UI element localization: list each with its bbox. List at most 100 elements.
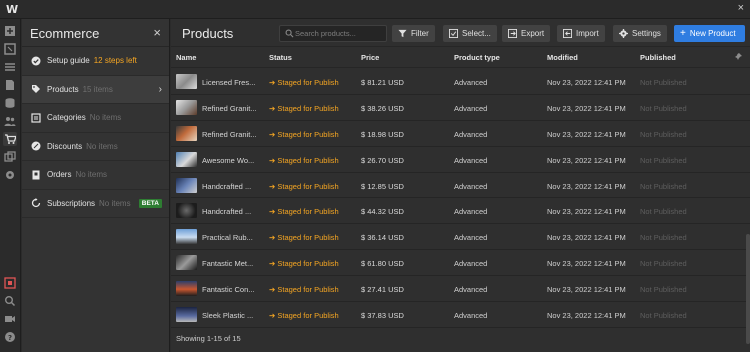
svg-text:?: ? <box>8 334 12 342</box>
price-cell: $ 27.41 USD <box>361 285 404 295</box>
table-row[interactable]: Refined Granit... ➔ Staged for Publish $… <box>171 121 750 147</box>
price-cell: $ 12.85 USD <box>361 181 404 191</box>
modified-cell: Nov 23, 2022 12:41 PM <box>547 103 626 113</box>
discount-icon <box>31 141 41 151</box>
product-thumbnail <box>176 125 197 141</box>
product-name: Sleek Plastic ... <box>202 311 254 321</box>
status-cell: ➔ Staged for Publish <box>269 155 339 165</box>
users-icon[interactable] <box>3 114 17 128</box>
import-icon <box>563 29 572 38</box>
webflow-app: W × ? Ecommerce × Setup guide 12 steps l… <box>0 0 750 352</box>
products-table: Licensed Fres... ➔ Staged for Publish $ … <box>171 69 750 328</box>
sidebar-item-products[interactable]: Products 15 items › <box>22 75 169 104</box>
status-text: Staged for Publish <box>277 311 339 321</box>
sidebar-item-count: No items <box>99 198 131 208</box>
plus-icon: + <box>680 28 686 39</box>
column-header-published[interactable]: Published <box>640 53 676 62</box>
price-cell: $ 81.21 USD <box>361 78 404 87</box>
table-row[interactable]: Awesome Wo... ➔ Staged for Publish $ 26.… <box>171 147 750 173</box>
table-row[interactable]: Fantastic Con... ➔ Staged for Publish $ … <box>171 276 750 303</box>
sidebar-item-subscriptions[interactable]: Subscriptions No items BETA <box>22 190 169 218</box>
settings-icon[interactable] <box>3 168 17 182</box>
table-scrollbar[interactable] <box>746 234 750 344</box>
pages-icon[interactable] <box>3 78 17 92</box>
table-row[interactable]: Fantastic Met... ➔ Staged for Publish $ … <box>171 250 750 277</box>
column-header-name[interactable]: Name <box>176 53 196 62</box>
sidebar-item-count: 15 items <box>82 84 113 94</box>
ecommerce-icon[interactable] <box>3 132 17 146</box>
pagination-status: Showing 1-15 of 15 <box>176 334 241 343</box>
settings-button[interactable]: Settings <box>613 25 667 42</box>
ecommerce-panel: Ecommerce × Setup guide 12 steps left Pr… <box>22 19 170 352</box>
product-name: Refined Granit... <box>202 103 257 113</box>
pin-icon[interactable] <box>734 53 742 61</box>
sidebar-item-label: Discounts <box>47 141 83 151</box>
search-box[interactable] <box>279 25 387 42</box>
export-button[interactable]: Export <box>502 25 551 42</box>
status-cell: ➔ Staged for Publish <box>269 207 339 217</box>
search-icon <box>285 29 294 38</box>
table-row[interactable]: Practical Rub... ➔ Staged for Publish $ … <box>171 224 750 251</box>
import-button[interactable]: Import <box>557 25 605 42</box>
sidebar-item-setup-guide[interactable]: Setup guide 12 steps left <box>22 47 169 76</box>
page-title: Products <box>182 26 234 41</box>
cms-icon[interactable] <box>3 96 17 110</box>
status-text: Staged for Publish <box>277 207 339 217</box>
product-name: Licensed Fres... <box>202 78 256 87</box>
record-icon[interactable] <box>3 276 17 290</box>
product-type-cell: Advanced <box>454 103 488 113</box>
filter-icon <box>398 29 407 38</box>
beta-badge: BETA <box>138 198 162 208</box>
close-panel-button[interactable]: × <box>153 25 161 40</box>
product-thumbnail <box>176 177 197 193</box>
table-row[interactable]: Refined Granit... ➔ Staged for Publish $… <box>171 95 750 121</box>
sidebar-item-categories[interactable]: Categories No items <box>22 104 169 133</box>
status-cell: ➔ Staged for Publish <box>269 103 339 113</box>
search-input[interactable] <box>295 27 385 40</box>
status-cell: ➔ Staged for Publish <box>269 129 339 139</box>
modified-cell: Nov 23, 2022 12:41 PM <box>547 129 626 139</box>
column-header-modified[interactable]: Modified <box>547 53 578 62</box>
published-cell: Not Published <box>640 233 687 243</box>
video-icon[interactable] <box>3 312 17 326</box>
column-header-product-type[interactable]: Product type <box>454 53 500 62</box>
price-cell: $ 38.26 USD <box>361 103 404 113</box>
sidebar-item-orders[interactable]: Orders No items <box>22 161 169 190</box>
price-cell: $ 36.14 USD <box>361 233 404 243</box>
add-icon[interactable] <box>3 24 17 38</box>
modified-cell: Nov 23, 2022 12:41 PM <box>547 285 626 295</box>
filter-button[interactable]: Filter <box>392 25 435 42</box>
table-row[interactable]: Handcrafted ... ➔ Staged for Publish $ 1… <box>171 173 750 199</box>
sidebar-item-label: Orders <box>47 170 72 180</box>
sidebar-item-count: No items <box>75 170 108 180</box>
status-text: Staged for Publish <box>277 181 339 191</box>
modified-cell: Nov 23, 2022 12:41 PM <box>547 259 626 269</box>
new-product-button[interactable]: + New Product <box>674 25 745 42</box>
product-type-cell: Advanced <box>454 129 488 139</box>
assets-icon[interactable] <box>3 150 17 164</box>
table-row[interactable]: Handcrafted ... ➔ Staged for Publish $ 4… <box>171 198 750 225</box>
settings-button-label: Settings <box>632 29 661 38</box>
product-thumbnail <box>176 99 197 115</box>
sidebar-item-discounts[interactable]: Discounts No items <box>22 133 169 161</box>
modified-cell: Nov 23, 2022 12:41 PM <box>547 311 626 321</box>
product-thumbnail <box>176 307 197 323</box>
navigator-icon[interactable] <box>3 42 17 56</box>
column-header-status[interactable]: Status <box>269 53 292 62</box>
product-name: Practical Rub... <box>202 233 253 243</box>
import-button-label: Import <box>576 29 599 38</box>
close-window-button[interactable]: × <box>738 2 744 14</box>
search-icon[interactable] <box>3 294 17 308</box>
select-button[interactable]: Select... <box>443 25 497 42</box>
table-row[interactable]: Sleek Plastic ... ➔ Staged for Publish $… <box>171 302 750 328</box>
status-text: Staged for Publish <box>277 259 339 269</box>
panel-title: Ecommerce <box>30 26 100 41</box>
layers-icon[interactable] <box>3 60 17 74</box>
status-text: Staged for Publish <box>277 103 339 113</box>
tag-icon <box>31 84 41 94</box>
table-row[interactable]: Licensed Fres... ➔ Staged for Publish $ … <box>171 69 750 95</box>
product-thumbnail <box>176 74 197 89</box>
help-icon[interactable]: ? <box>3 330 17 344</box>
column-header-price[interactable]: Price <box>361 53 379 62</box>
product-name: Fantastic Met... <box>202 259 254 269</box>
